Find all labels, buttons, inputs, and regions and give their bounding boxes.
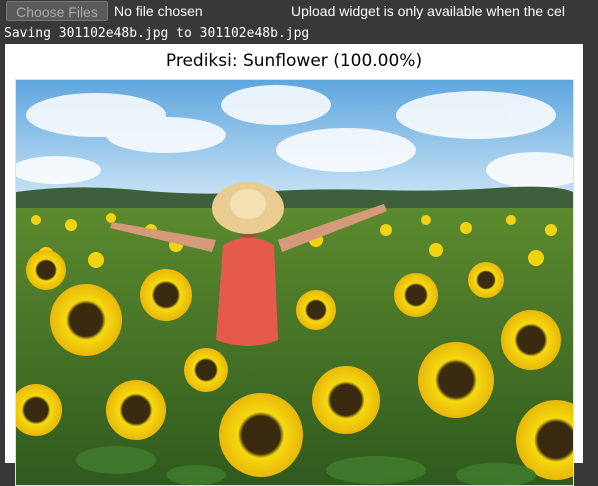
upload-widget-notice: Upload widget is only available when the… bbox=[291, 3, 565, 19]
file-upload-bar: Choose Files No file chosen Upload widge… bbox=[0, 0, 598, 24]
file-status-text: No file chosen bbox=[114, 3, 203, 19]
choose-files-button[interactable]: Choose Files bbox=[6, 1, 108, 21]
prediction-figure: Prediksi: Sunflower (100.00%) bbox=[5, 44, 583, 486]
photo-illustration bbox=[16, 80, 573, 485]
sunflower-field-photo bbox=[15, 79, 574, 486]
output-log-line: Saving 301102e48b.jpg to 301102e48b.jpg bbox=[4, 26, 310, 41]
prediction-title: Prediksi: Sunflower (100.00%) bbox=[165, 51, 423, 71]
